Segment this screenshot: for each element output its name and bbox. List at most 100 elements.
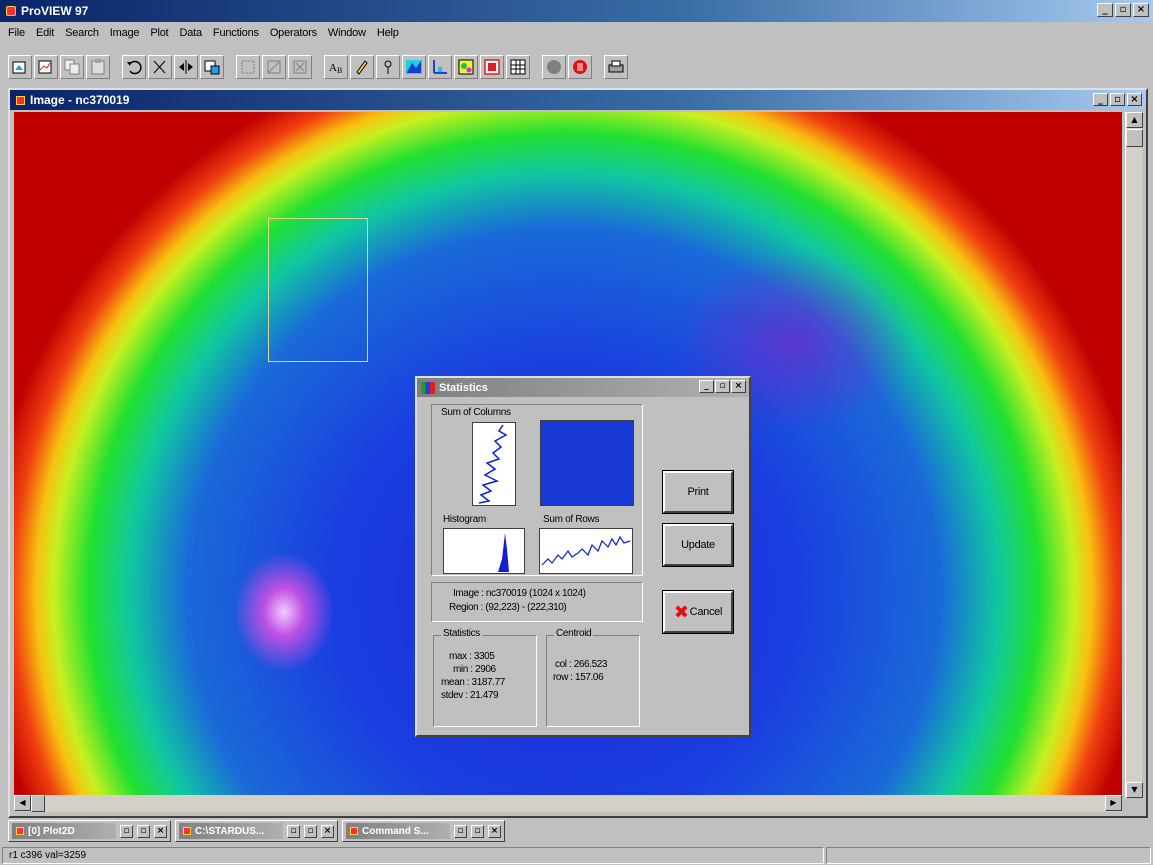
horizontal-scrollbar[interactable]: ◀ ▶ (14, 795, 1122, 812)
rotate-icon[interactable] (262, 55, 286, 79)
statistics-group-label: Statistics (441, 628, 483, 639)
status-bar: r1 c396 val=3259 (0, 846, 1153, 865)
sum-of-rows-plot (539, 528, 633, 574)
surface-plot-icon[interactable] (402, 55, 426, 79)
task-plot2d-maximize-button[interactable]: ▫ (137, 824, 150, 838)
task-stardust-restore-button[interactable]: ▫ (287, 824, 300, 838)
stat-max: max : 3305 (449, 651, 495, 662)
stat-min: min : 2906 (453, 664, 496, 675)
dialog-close-button[interactable]: × (731, 380, 746, 393)
scroll-left-button[interactable]: ◀ (14, 795, 31, 811)
app-title-bar[interactable]: ProVIEW 97 _ ▫ × (0, 0, 1153, 22)
toolbar: AB (8, 50, 628, 84)
app-icon[interactable] (6, 6, 16, 16)
image-window-controls: _ ▫ × (1093, 93, 1142, 106)
palette-icon[interactable] (454, 55, 478, 79)
task-stardust[interactable]: C:\STARDUS... ▫ ▫ × (175, 820, 338, 842)
image-maximize-button[interactable]: ▫ (1110, 93, 1125, 106)
print-icon[interactable] (604, 55, 628, 79)
task-plot2d-restore-button[interactable]: ▫ (120, 824, 133, 838)
cancel-button[interactable]: ✖ Cancel (662, 590, 734, 634)
update-button[interactable]: Update (662, 523, 734, 567)
image-minimize-button[interactable]: _ (1093, 93, 1108, 106)
image-window-icon[interactable] (16, 95, 25, 105)
stop-icon[interactable] (568, 55, 592, 79)
probe-icon[interactable] (376, 55, 400, 79)
menu-edit[interactable]: Edit (36, 27, 54, 39)
stat-mean: mean : 3187.77 (441, 677, 505, 688)
task-command-title[interactable]: Command S... (346, 823, 450, 839)
app-close-button[interactable]: × (1133, 3, 1149, 17)
open-image-icon[interactable] (8, 55, 32, 79)
menu-data[interactable]: Data (179, 27, 202, 39)
print-button[interactable]: Print (662, 470, 734, 514)
statistics-icon (421, 381, 435, 394)
scroll-up-button[interactable]: ▲ (1126, 112, 1143, 128)
cut-icon[interactable] (148, 55, 172, 79)
status-position: r1 c396 val=3259 (2, 847, 824, 864)
menu-image[interactable]: Image (110, 27, 140, 39)
app-maximize-button[interactable]: ▫ (1115, 3, 1131, 17)
task-command-maximize-button[interactable]: ▫ (471, 824, 484, 838)
task-plot2d[interactable]: [0] Plot2D ▫ ▫ × (8, 820, 171, 842)
task-command-icon (350, 827, 358, 835)
dialog-window-controls: _ ▫ × (699, 380, 746, 393)
task-stardust-icon (183, 827, 191, 835)
zoom-icon[interactable] (200, 55, 224, 79)
text-icon[interactable]: AB (324, 55, 348, 79)
grid-icon[interactable] (506, 55, 530, 79)
app-title: ProVIEW 97 (21, 4, 89, 18)
vertical-scroll-thumb[interactable] (1126, 129, 1143, 147)
region-info-line: Region : (92,223) - (222,310) (449, 602, 567, 613)
task-command[interactable]: Command S... ▫ ▫ × (342, 820, 505, 842)
menu-window[interactable]: Window (328, 27, 366, 39)
table-icon[interactable] (480, 55, 504, 79)
paste-icon[interactable] (86, 55, 110, 79)
dialog-minimize-button[interactable]: _ (699, 380, 714, 393)
undo-icon[interactable] (122, 55, 146, 79)
record-icon[interactable] (542, 55, 566, 79)
proview-app: ProVIEW 97 _ ▫ × File Edit Search Image … (0, 0, 1153, 865)
sum-of-rows-label: Sum of Rows (541, 514, 602, 525)
task-stardust-title[interactable]: C:\STARDUS... (179, 823, 283, 839)
scroll-right-button[interactable]: ▶ (1105, 795, 1122, 811)
task-command-restore-button[interactable]: ▫ (454, 824, 467, 838)
copy-icon[interactable] (60, 55, 84, 79)
menu-operators[interactable]: Operators (270, 27, 317, 39)
region-thumbnail (540, 420, 634, 506)
vertical-scrollbar[interactable]: ▲ ▼ (1125, 112, 1143, 798)
horizontal-scroll-thumb[interactable] (31, 795, 45, 812)
task-command-close-button[interactable]: × (488, 824, 501, 838)
pencil-icon[interactable] (350, 55, 374, 79)
task-stardust-label: C:\STARDUS... (195, 825, 265, 837)
select-icon[interactable] (236, 55, 260, 79)
statistics-dialog-title-bar[interactable]: Statistics _ ▫ × (417, 378, 749, 397)
line-plot-icon[interactable] (428, 55, 452, 79)
cancel-x-icon: ✖ (673, 601, 689, 623)
task-plot2d-title[interactable]: [0] Plot2D (12, 823, 116, 839)
menu-search[interactable]: Search (65, 27, 99, 39)
region-of-interest-box[interactable] (268, 218, 368, 362)
menu-help[interactable]: Help (377, 27, 399, 39)
statistics-dialog: Statistics _ ▫ × Sum of Columns Histogra… (415, 376, 751, 737)
menu-file[interactable]: File (8, 27, 25, 39)
menu-plot[interactable]: Plot (150, 27, 168, 39)
image-window-title-bar[interactable]: Image - nc370019 _ ▫ × (10, 90, 1146, 110)
dialog-maximize-button[interactable]: ▫ (715, 380, 730, 393)
task-stardust-close-button[interactable]: × (321, 824, 334, 838)
task-stardust-maximize-button[interactable]: ▫ (304, 824, 317, 838)
flip-icon[interactable] (174, 55, 198, 79)
update-button-label: Update (681, 539, 715, 551)
open-plot-icon[interactable] (34, 55, 58, 79)
filter-icon[interactable] (288, 55, 312, 79)
task-command-label: Command S... (362, 825, 429, 837)
sum-of-columns-plot (472, 422, 516, 506)
histogram-label: Histogram (441, 514, 488, 525)
stat-stdev: stdev : 21.479 (441, 690, 499, 701)
cancel-button-label: Cancel (689, 606, 723, 618)
menu-functions[interactable]: Functions (213, 27, 259, 39)
task-plot2d-close-button[interactable]: × (154, 824, 167, 838)
app-minimize-button[interactable]: _ (1097, 3, 1113, 17)
image-close-button[interactable]: × (1127, 93, 1142, 106)
scroll-down-button[interactable]: ▼ (1126, 782, 1143, 798)
